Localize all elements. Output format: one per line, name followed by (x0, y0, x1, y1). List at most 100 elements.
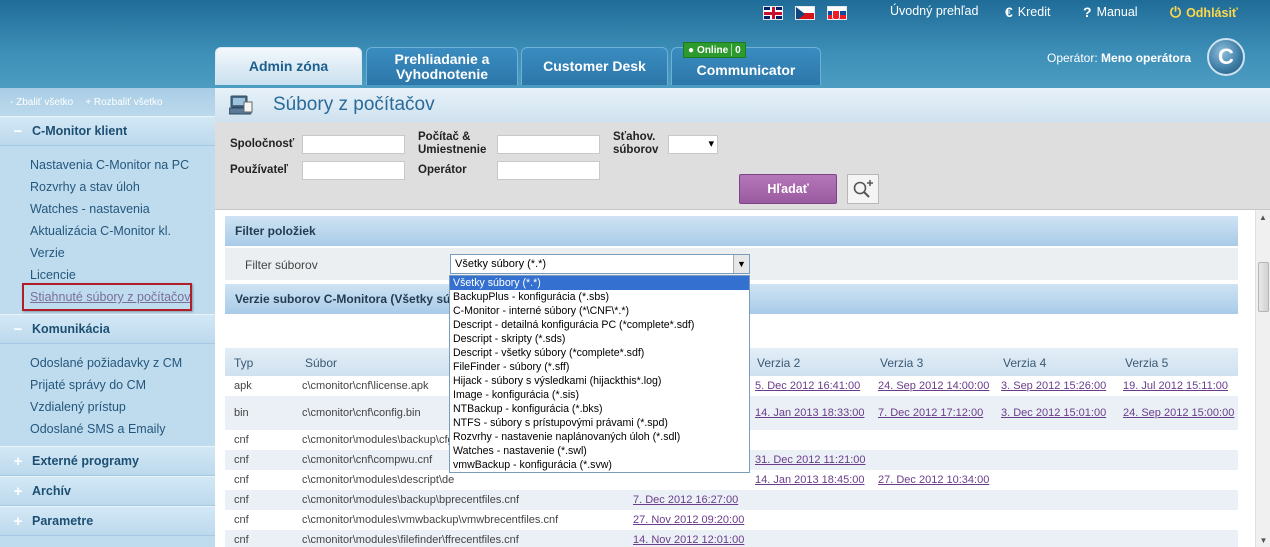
cell-version-link[interactable]: 14. Jan 2013 18:33:00 (755, 407, 864, 419)
sidebar-item-label: Watches - nastavenia (30, 202, 150, 216)
sidebar-section-communication[interactable]: − Komunikácia (0, 314, 215, 344)
sidebar-section-external[interactable]: + Externé programy (0, 446, 215, 476)
col-type[interactable]: Typ (234, 356, 253, 370)
filter-files-label: Filter súborov (245, 258, 318, 272)
cell-file: c\cmonitor\modules\backup\cfgbk (302, 433, 466, 446)
tab-customer-desk[interactable]: Customer Desk (521, 47, 668, 85)
scroll-thumb[interactable] (1258, 262, 1269, 312)
dropdown-option[interactable]: Všetky súbory (*.*) (450, 276, 749, 290)
cell-version-link[interactable]: 14. Jan 2013 18:45:00 (755, 474, 864, 486)
file-filter-value: Všetky súbory (*.*) (455, 258, 547, 270)
sidebar-section-archive[interactable]: + Archív (0, 476, 215, 506)
cell-version-link[interactable]: 24. Sep 2012 14:00:00 (878, 380, 989, 392)
expand-all-link[interactable]: + Rozbaliť všetko (85, 97, 162, 108)
advanced-search-button[interactable] (847, 174, 879, 204)
cell-type: bin (234, 406, 249, 419)
cell-version-link[interactable]: 3. Dec 2012 15:01:00 (1001, 407, 1106, 419)
user-label: Používateľ (230, 164, 289, 176)
dropdown-option[interactable]: Image - konfigurácia (*.sis) (450, 388, 749, 402)
search-button[interactable]: Hľadať (739, 174, 837, 204)
dropdown-option[interactable]: BackupPlus - konfigurácia (*.sbs) (450, 290, 749, 304)
cell-version-link[interactable]: 27. Nov 2012 09:20:00 (633, 514, 744, 526)
company-input[interactable] (302, 135, 405, 154)
col-version-3[interactable]: Verzia 3 (880, 356, 923, 370)
download-label: Sťahov. súborov (613, 131, 658, 157)
cell-version-link[interactable]: 3. Sep 2012 15:26:00 (1001, 380, 1106, 392)
table-row: cnf c\cmonitor\modules\filefinder\ffrecen… (225, 530, 1238, 547)
sidebar-section-params[interactable]: + Parametre (0, 506, 215, 536)
tab-reports-line1: Prehliadanie a (394, 50, 490, 67)
scroll-up-icon[interactable]: ▲ (1256, 210, 1270, 224)
section-params-label: Parametre (32, 514, 94, 528)
table-row: cnf c\cmonitor\modules\vmwbackup\vmwbrece… (225, 510, 1238, 530)
cell-version-link[interactable]: 31. Dec 2012 11:21:00 (755, 454, 866, 466)
client-menu: Nastavenia C-Monitor na PC Rozvrhy a sta… (0, 146, 215, 314)
overview-link[interactable]: Úvodný prehľad (890, 4, 978, 18)
dropdown-option[interactable]: Descript - skripty (*.sds) (450, 332, 749, 346)
collapse-all-link[interactable]: - Zbaliť všetko (10, 97, 73, 108)
logout-link[interactable]: ⏻ Odhlásiť (1170, 4, 1238, 21)
cell-version-link[interactable]: 7. Dec 2012 17:12:00 (878, 407, 983, 419)
dropdown-option[interactable]: vmwBackup - konfigurácia (*.svw) (450, 458, 749, 472)
expand-icon: + (13, 482, 23, 500)
company-label: Spoločnosť (230, 138, 295, 150)
sidebar-item-update[interactable]: Aktualizácia C-Monitor kl. (30, 220, 215, 242)
cell-version-link[interactable]: 27. Dec 2012 10:34:00 (878, 474, 989, 486)
euro-icon: € (1005, 4, 1013, 20)
sidebar-item-sent-requests[interactable]: Odoslané požiadavky z CM (30, 352, 215, 374)
cell-version-link[interactable]: 19. Jul 2012 15:11:00 (1123, 380, 1228, 392)
col-version-5[interactable]: Verzia 5 (1125, 356, 1168, 370)
online-status-badge[interactable]: ● Online 0 (683, 42, 746, 58)
dropdown-option[interactable]: Rozvrhy - nastavenie naplánovaných úloh … (450, 430, 749, 444)
sidebar-item-cm-settings[interactable]: Nastavenia C-Monitor na PC (30, 154, 215, 176)
dropdown-option[interactable]: C-Monitor - interné súbory (*\CNF\*.*) (450, 304, 749, 318)
dropdown-option[interactable]: Descript - všetky súbory (*complete*.sdf… (450, 346, 749, 360)
tab-desk-label: Customer Desk (543, 58, 646, 74)
sidebar-item-downloaded-files[interactable]: Stiahnuté súbory z počítačov (22, 283, 215, 311)
sidebar-item-remote-access[interactable]: Vzdialený prístup (30, 396, 215, 418)
sidebar-item-received-messages[interactable]: Prijaté správy do CM (30, 374, 215, 396)
dropdown-option[interactable]: Descript - detailná konfigurácia PC (*co… (450, 318, 749, 332)
tab-admin-zone[interactable]: Admin zóna (215, 47, 362, 85)
tab-reports[interactable]: Prehliadanie a Vyhodnotenie (366, 47, 518, 85)
dropdown-option[interactable]: Watches - nastavenie (*.swl) (450, 444, 749, 458)
cell-type: cnf (234, 453, 249, 466)
cell-type: cnf (234, 493, 249, 506)
operator-input[interactable] (497, 161, 600, 180)
download-select[interactable] (668, 135, 718, 154)
cell-version-link[interactable]: 5. Dec 2012 16:41:00 (755, 380, 860, 392)
user-input[interactable] (302, 161, 405, 180)
manual-link[interactable]: ? Manual (1083, 4, 1138, 20)
cz-flag-icon[interactable] (795, 6, 815, 20)
operator-name: Meno operátora (1101, 51, 1192, 65)
sidebar-item-watches[interactable]: Watches - nastavenia (30, 198, 215, 220)
dropdown-option[interactable]: NTFS - súbory s prístupovými právami (*.… (450, 416, 749, 430)
dropdown-option[interactable]: NTBackup - konfigurácia (*.bks) (450, 402, 749, 416)
sidebar-item-versions[interactable]: Verzie (30, 242, 215, 264)
col-version-2[interactable]: Verzia 2 (757, 356, 800, 370)
computer-label: Počítač & Umiestnenie (418, 131, 486, 157)
computer-input[interactable] (497, 135, 600, 154)
chevron-down-icon[interactable]: ▼ (733, 255, 749, 273)
cell-version-link[interactable]: 14. Nov 2012 12:01:00 (633, 534, 744, 546)
file-filter-select[interactable]: Všetky súbory (*.*) ▼ (450, 254, 750, 274)
dropdown-option[interactable]: Hijack - súbory s výsledkami (hijackthis… (450, 374, 749, 388)
app-logo: C (1207, 38, 1245, 76)
uk-flag-icon[interactable] (763, 6, 783, 20)
cell-version-link[interactable]: 24. Sep 2012 15:00:00 (1123, 407, 1234, 419)
operator-filter-label: Operátor (418, 164, 467, 176)
sidebar-section-client[interactable]: − C-Monitor klient (0, 116, 215, 146)
tab-admin-label: Admin zóna (248, 58, 329, 74)
cell-version-link[interactable]: 7. Dec 2012 16:27:00 (633, 494, 738, 506)
col-file[interactable]: Súbor (305, 356, 337, 370)
scroll-down-icon[interactable]: ▼ (1256, 533, 1270, 547)
scrollbar[interactable]: ▲ ▼ (1255, 210, 1270, 547)
sk-flag-icon[interactable] (827, 6, 847, 20)
sidebar-item-schedules[interactable]: Rozvrhy a stav úloh (30, 176, 215, 198)
online-count: 0 (735, 44, 741, 56)
sidebar-item-sent-sms[interactable]: Odoslané SMS a Emaily (30, 418, 215, 440)
credit-link[interactable]: € Kredit (1005, 4, 1050, 20)
dropdown-option[interactable]: FileFinder - súbory (*.sff) (450, 360, 749, 374)
col-version-4[interactable]: Verzia 4 (1003, 356, 1046, 370)
computer-label-line2: Umiestnenie (418, 144, 487, 156)
